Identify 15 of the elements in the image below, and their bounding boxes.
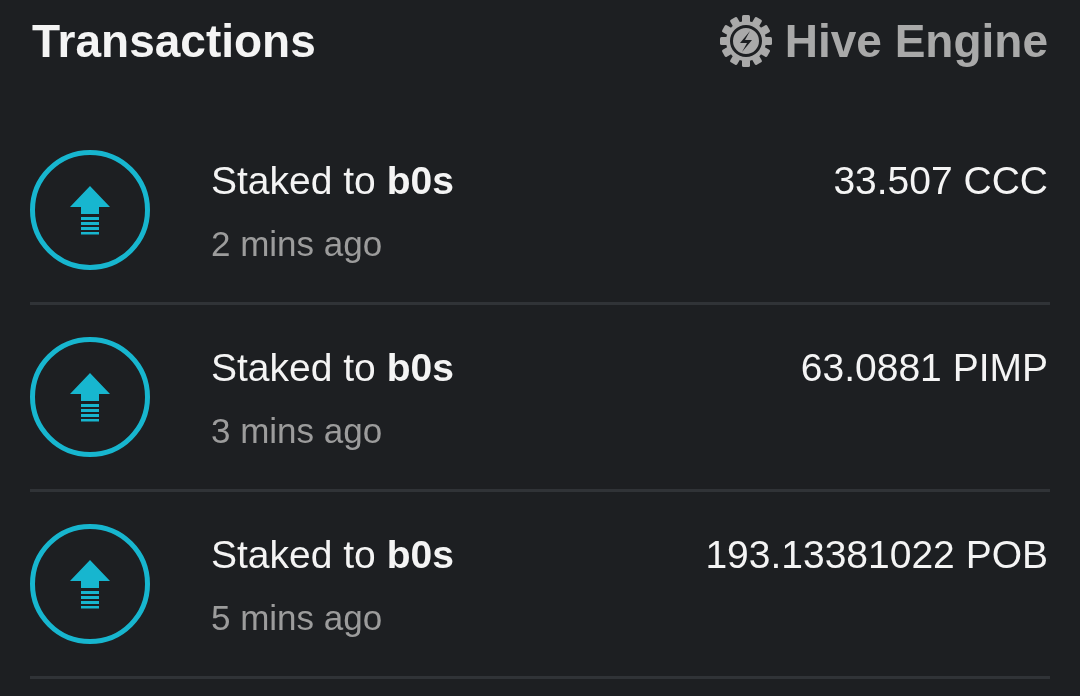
transaction-amount: 193.13381022 POB <box>705 532 1048 578</box>
transaction-title: Staked to b0s <box>211 532 454 578</box>
transaction-amount: 33.507 CCC <box>833 158 1048 204</box>
brand-name: Hive Engine <box>784 14 1048 68</box>
transaction-time: 5 mins ago <box>211 597 383 639</box>
gear-bolt-logo-icon <box>719 15 772 67</box>
up-arrow-circle-icon <box>30 524 150 644</box>
transaction-amount: 63.0881 PIMP <box>800 345 1048 391</box>
transaction-time: 2 mins ago <box>211 223 383 265</box>
up-arrow-circle-icon <box>30 337 150 457</box>
page-title: Transactions <box>32 14 316 68</box>
transaction-title: Staked to b0s <box>211 158 454 204</box>
transaction-title: Staked to b0s <box>211 345 454 391</box>
up-arrow-circle-icon <box>30 150 150 270</box>
transaction-time: 3 mins ago <box>211 410 383 452</box>
